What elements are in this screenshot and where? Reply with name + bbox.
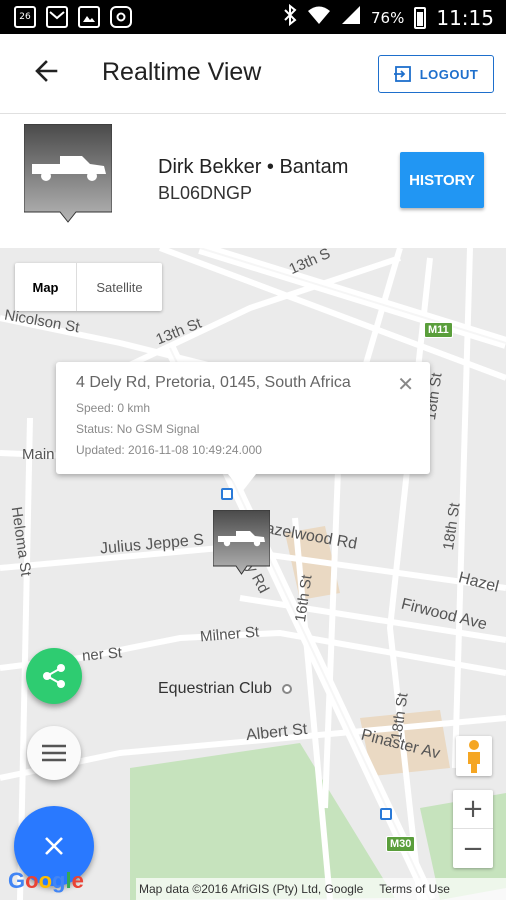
map-attribution: Map data ©2016 AfriGIS (Pty) Ltd, Google…: [136, 878, 506, 900]
vehicle-name: Dirk Bekker • Bantam: [158, 156, 349, 178]
transit-icon: [380, 808, 392, 820]
speed-text: Speed: 0 kmh: [76, 401, 151, 415]
share-button[interactable]: [26, 648, 82, 704]
logout-label: LOGOUT: [419, 66, 479, 82]
zoom-out-button[interactable]: −: [453, 829, 493, 868]
system-icons: 76% 11:15: [283, 3, 494, 31]
google-logo: Google: [8, 868, 84, 893]
zoom-control: + −: [453, 790, 493, 868]
zoom-in-button[interactable]: +: [453, 790, 493, 829]
map-type-control: Map Satellite: [15, 263, 162, 311]
terms-link[interactable]: Terms of Use: [379, 882, 450, 896]
updated-text: Updated: 2016-11-08 10:49:24.000: [76, 443, 262, 457]
location-info-window: 4 Dely Rd, Pretoria, 0145, South Africa …: [56, 362, 430, 492]
app-bar: Realtime View LOGOUT: [0, 34, 506, 114]
map-type-satellite-button[interactable]: Satellite: [77, 263, 162, 311]
map-type-map-button[interactable]: Map: [15, 263, 77, 311]
attribution-text: Map data ©2016 AfriGIS (Pty) Ltd, Google: [139, 882, 364, 896]
status-text: Status: No GSM Signal: [76, 422, 200, 436]
transit-icon: [221, 488, 233, 500]
mail-icon: [46, 6, 68, 28]
street-label: ner St: [81, 644, 123, 665]
menu-icon: [42, 744, 66, 762]
close-icon: [45, 837, 63, 855]
gallery-icon: [78, 6, 100, 28]
logout-button[interactable]: LOGOUT: [378, 55, 494, 93]
notification-icons: 26: [14, 6, 132, 28]
poi-name: Equestrian Club: [158, 680, 272, 697]
battery-icon: [414, 6, 427, 29]
vehicle-card: Dirk Bekker • Bantam BL06DNGP HISTORY: [0, 114, 506, 248]
map-view[interactable]: Nicolson St 13th St 13th S Main Heloma S…: [0, 248, 506, 900]
close-icon[interactable]: ✕: [397, 372, 414, 397]
wifi-icon: [307, 5, 331, 30]
status-bar: 26 76% 11:15: [0, 0, 506, 34]
logout-icon: [393, 66, 411, 82]
clock: 11:15: [436, 5, 494, 30]
route-shield: M30: [386, 836, 416, 852]
location-address: 4 Dely Rd, Pretoria, 0145, South Africa: [76, 374, 351, 391]
poi-label[interactable]: Equestrian Club: [158, 680, 293, 698]
street-label: Main: [22, 446, 55, 463]
page-title: Realtime View: [102, 58, 262, 86]
vehicle-plate: BL06DNGP: [158, 183, 253, 203]
route-shield: M11: [424, 322, 453, 338]
menu-button[interactable]: [27, 726, 81, 780]
vehicle-marker[interactable]: [213, 510, 270, 576]
pegman-icon: [468, 740, 480, 773]
weather-icon: 26: [14, 6, 36, 28]
street-view-pegman[interactable]: [456, 736, 492, 776]
bluetooth-icon: [283, 3, 297, 31]
back-arrow-icon[interactable]: [30, 54, 64, 88]
share-icon: [43, 664, 65, 688]
history-button[interactable]: HISTORY: [400, 152, 484, 208]
vehicle-thumbnail: [24, 124, 112, 223]
poi-dot-icon: [282, 683, 293, 694]
instagram-icon: [110, 6, 132, 28]
battery-percent: 76%: [371, 8, 405, 27]
signal-icon: [341, 5, 361, 30]
